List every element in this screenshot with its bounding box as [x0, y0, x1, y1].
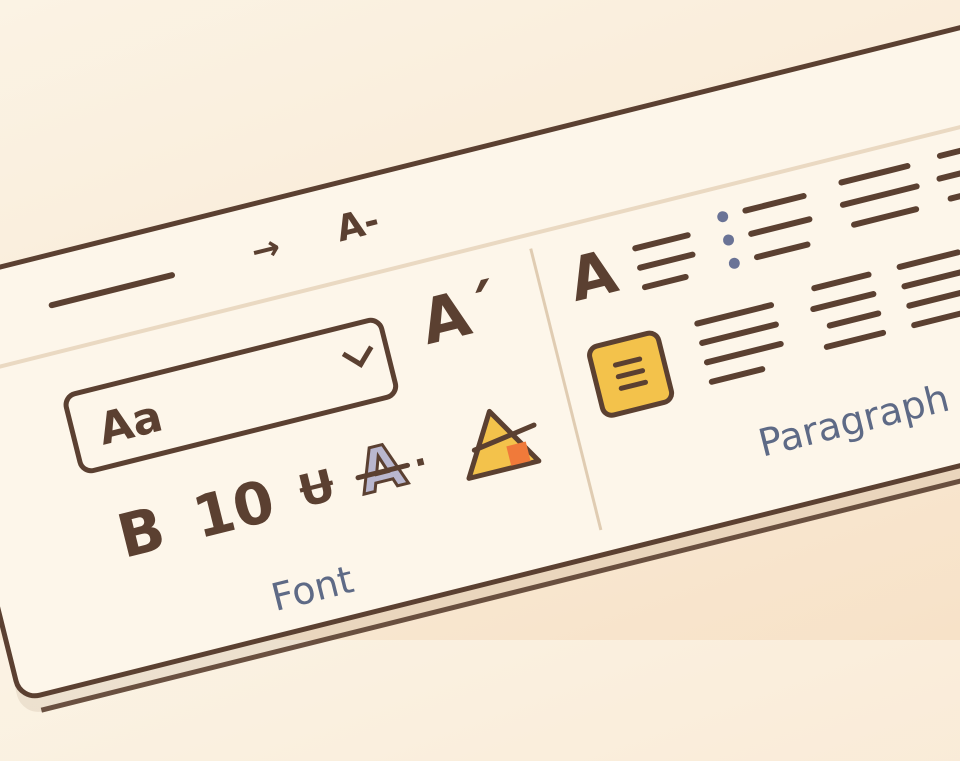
chevron-down-icon[interactable]: [341, 336, 374, 368]
line: [935, 169, 960, 183]
line: [708, 365, 766, 386]
paragraph-group-label: Paragraph: [754, 375, 954, 466]
align-right-icon[interactable]: [803, 264, 891, 355]
bullet-dot: [721, 233, 736, 247]
title-line: [48, 271, 176, 309]
line: [741, 192, 808, 215]
line: [693, 301, 775, 328]
line: [826, 309, 882, 330]
line: [900, 268, 960, 290]
line: [618, 379, 649, 392]
font-size-value[interactable]: 10: [186, 466, 281, 552]
indent-icon[interactable]: [929, 130, 960, 211]
font-name-value: Aa: [93, 390, 168, 456]
line: [823, 329, 887, 351]
line: [612, 355, 643, 369]
line: [936, 136, 960, 160]
line: [641, 273, 690, 291]
line: [810, 271, 873, 292]
justify-icon[interactable]: [692, 294, 798, 390]
line: [753, 240, 812, 261]
line: [839, 182, 921, 209]
line-spacing-icon[interactable]: [895, 241, 960, 332]
grow-font-button[interactable]: A´: [413, 269, 507, 359]
underline-button[interactable]: Ʉ: [293, 460, 340, 518]
line: [837, 162, 912, 187]
line: [631, 231, 692, 252]
line: [910, 306, 960, 329]
line: [850, 205, 920, 229]
highlight-color-icon: [466, 408, 542, 481]
line: [747, 215, 814, 238]
ribbon-scene: → A- Aa A´ B 10 Ʉ A · Font A Paragraph: [0, 0, 960, 752]
line: [895, 248, 960, 271]
clear-formatting-suffix: ·: [409, 441, 433, 485]
align-left-icon[interactable]: [631, 225, 712, 296]
paragraph-style-button[interactable]: A: [562, 237, 624, 316]
bullet-list-icon[interactable]: [714, 181, 829, 279]
text-style-button[interactable]: A-: [332, 200, 383, 250]
bold-button[interactable]: B: [111, 494, 172, 573]
line: [946, 179, 960, 203]
bullet-dot: [727, 256, 742, 270]
text-highlight-button[interactable]: [445, 394, 551, 490]
line: [905, 287, 960, 310]
line: [703, 340, 785, 366]
line: [636, 251, 697, 272]
shading-icon[interactable]: [584, 328, 677, 421]
arrow-icon[interactable]: →: [247, 227, 284, 273]
font-group-label: Font: [266, 557, 358, 620]
line: [698, 320, 780, 347]
bullet-dot: [716, 210, 730, 224]
clear-formatting-button[interactable]: A ·: [348, 425, 452, 515]
line: [809, 290, 878, 313]
line: [615, 367, 646, 380]
align-center-icon[interactable]: [832, 155, 929, 237]
